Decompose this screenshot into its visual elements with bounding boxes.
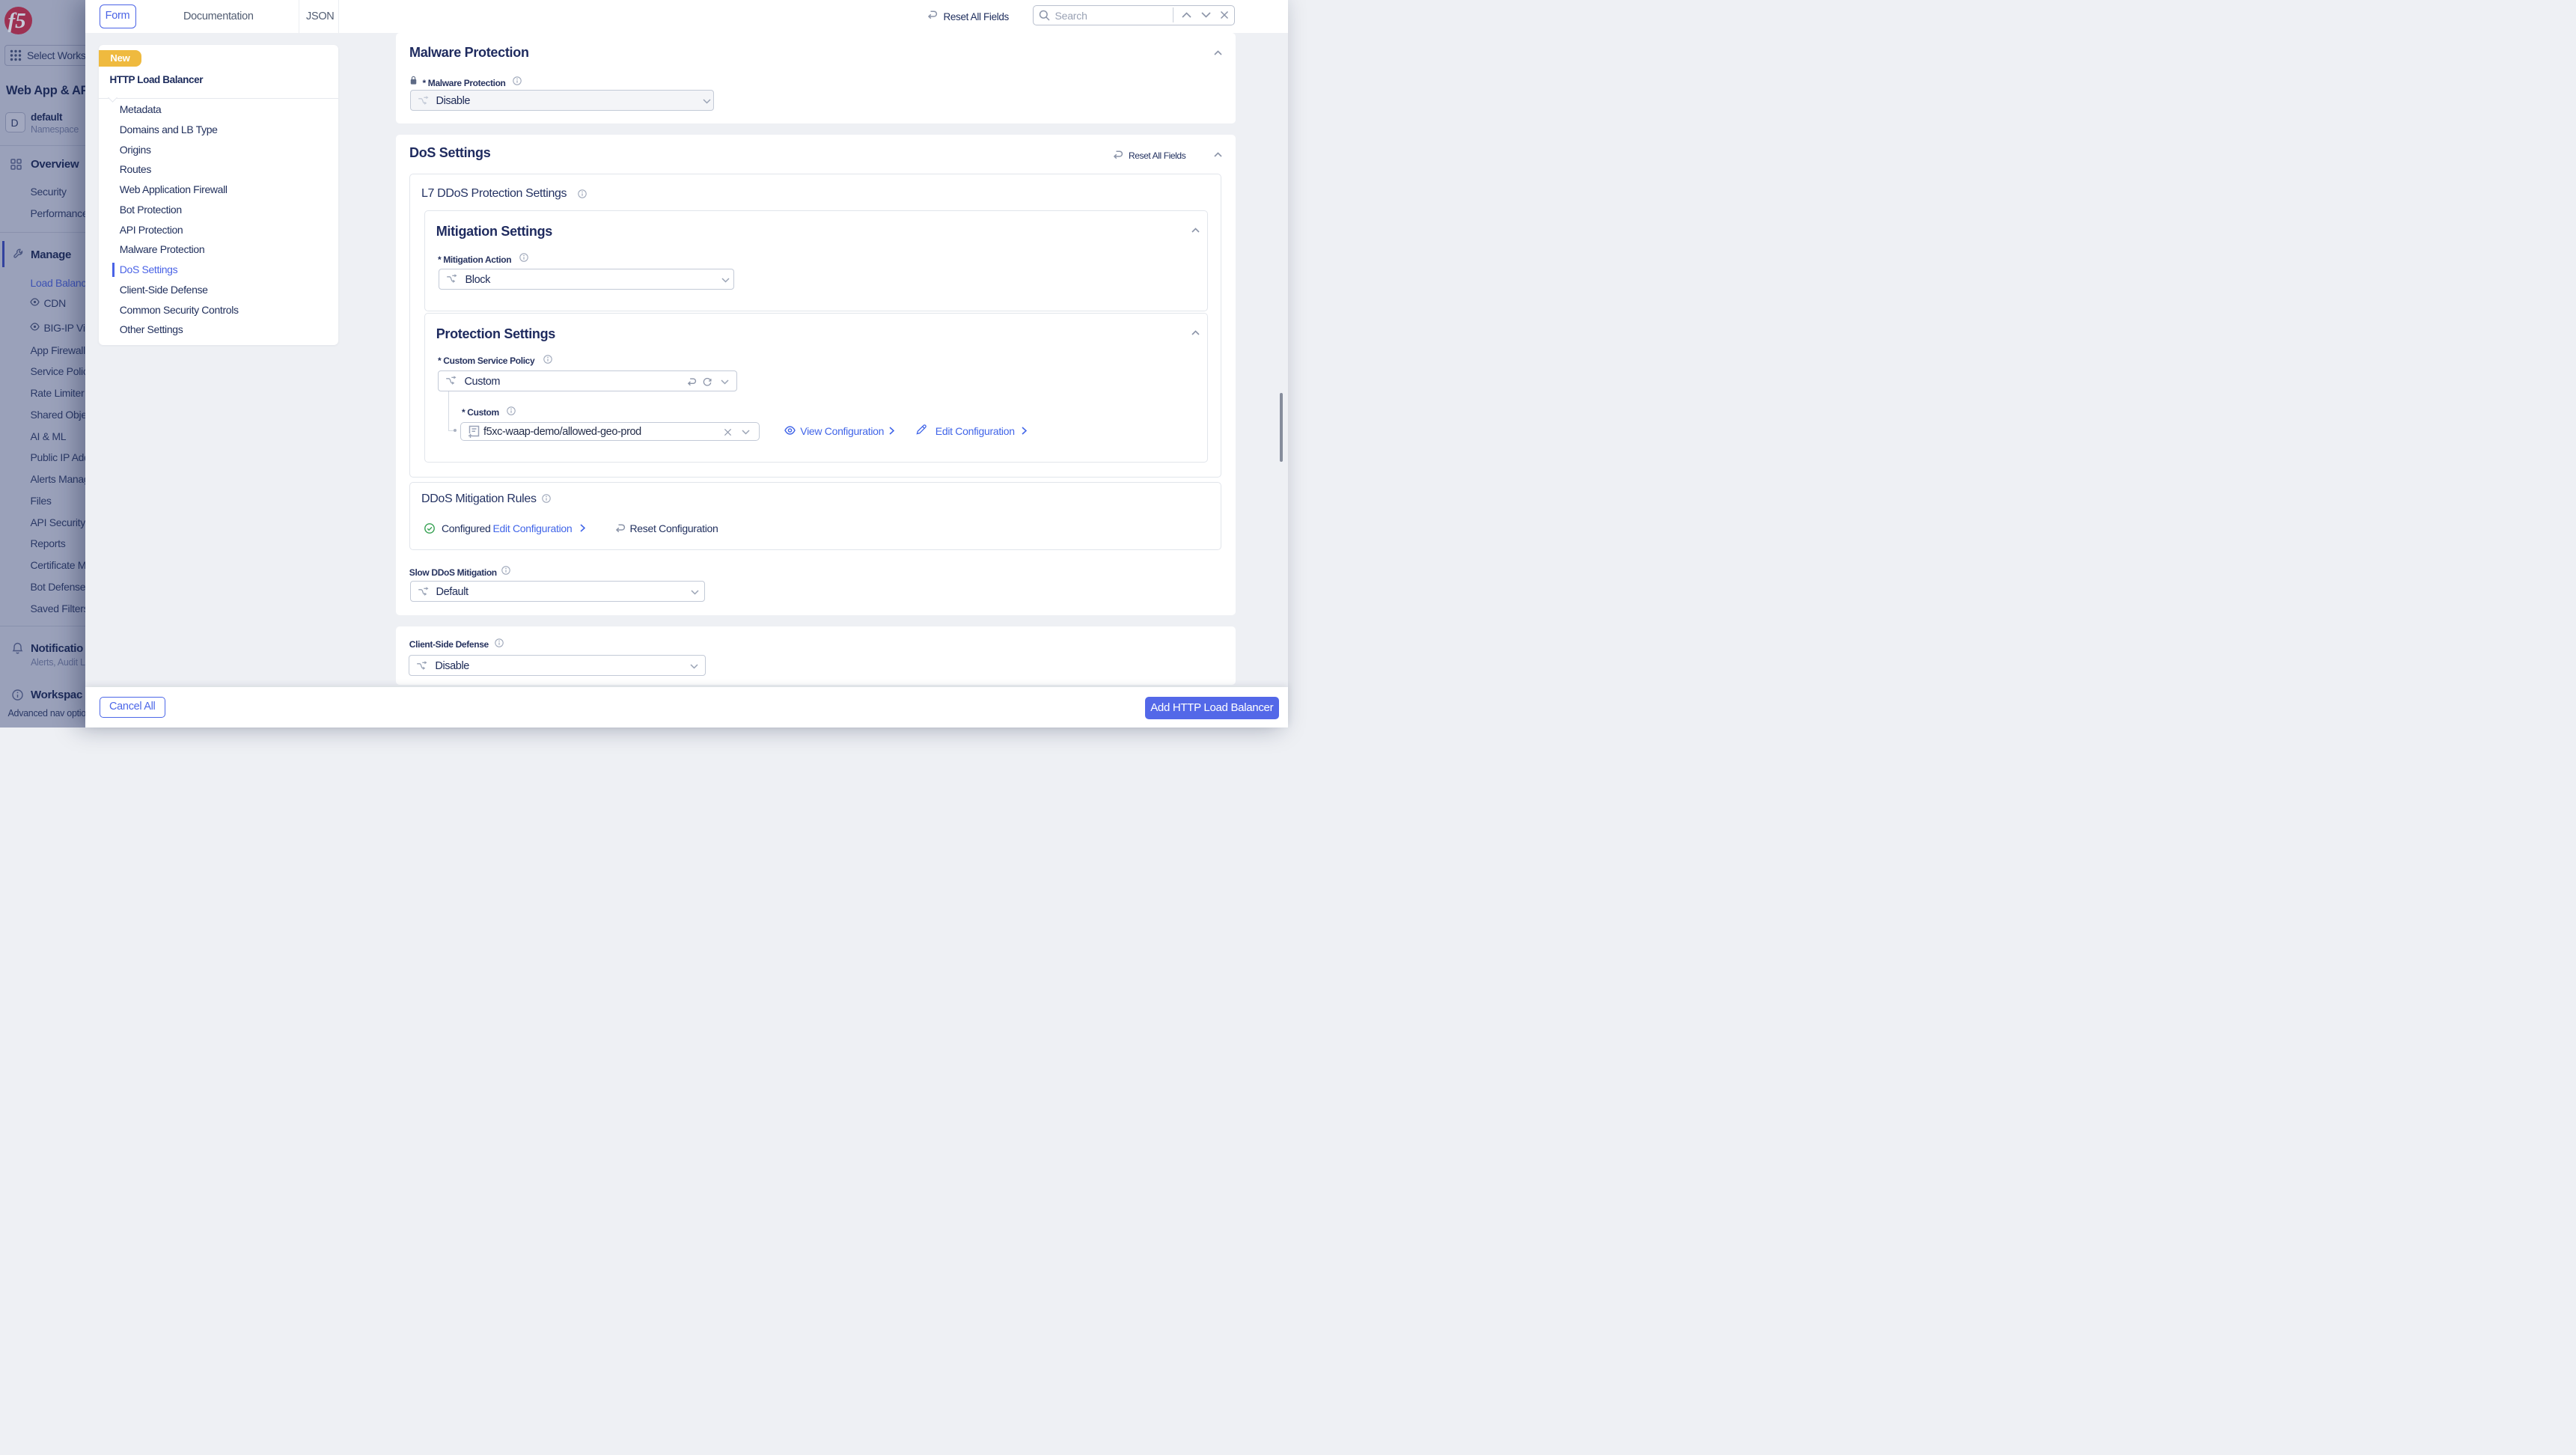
svg-text:f5: f5 bbox=[8, 9, 26, 33]
